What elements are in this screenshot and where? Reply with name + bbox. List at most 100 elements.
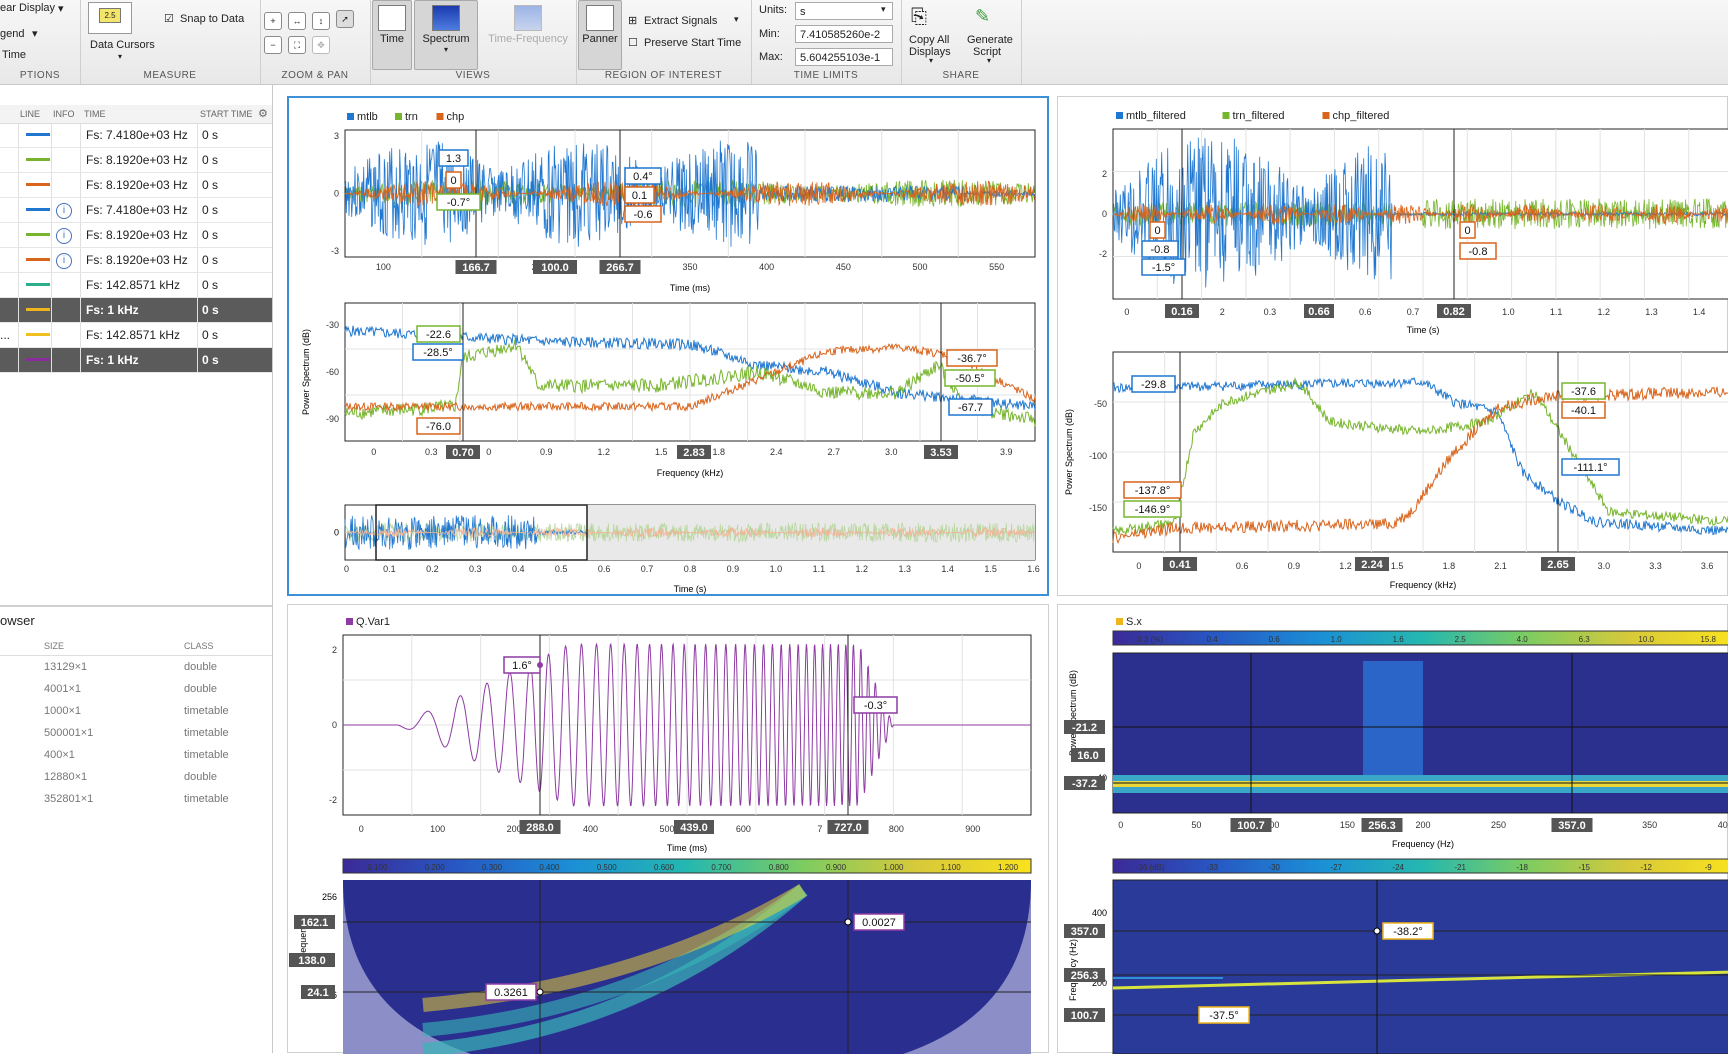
time-frequency-view-button[interactable]: Time-Frequency — [482, 0, 574, 70]
sample-rate: Fs: 8.1920e+03 Hz — [86, 228, 188, 242]
max-input[interactable]: 5.604255103e-1 — [795, 48, 893, 66]
line-style-swatch[interactable] — [26, 183, 50, 186]
line-style-swatch[interactable] — [26, 308, 50, 311]
spectrum-view-label: Spectrum — [422, 33, 470, 45]
copy-displays-icon[interactable]: ⎘ — [911, 6, 927, 29]
chevron-down-icon[interactable]: ▾ — [415, 45, 477, 54]
pointer-icon[interactable]: ➚ — [336, 10, 354, 28]
units-select[interactable]: s — [795, 2, 893, 20]
freq-x-tick: 0.9 — [540, 447, 553, 457]
freq-x-tick: 350 — [1642, 820, 1657, 830]
value-tag: -0.3° — [864, 700, 887, 712]
line-style-swatch[interactable] — [26, 208, 50, 211]
colorbar-tick-label: 0.3 (%) — [1137, 635, 1163, 644]
info-icon[interactable]: i — [56, 228, 72, 244]
signal-row[interactable]: Fs: 142.8571 kHz 0 s — [0, 273, 272, 298]
zoom-out-icon[interactable]: − — [264, 36, 282, 54]
splitter[interactable] — [0, 605, 272, 607]
display-top-left[interactable]: mtlbtrnchp30-31001525300350400450500550T… — [287, 96, 1049, 596]
fit-to-view-icon[interactable]: ⛶ — [288, 36, 306, 54]
line-style-swatch[interactable] — [26, 358, 50, 361]
generate-script-icon[interactable]: ✎ — [975, 6, 990, 27]
freq-x-tick: 1.5 — [1391, 561, 1404, 571]
variable-row[interactable]: 352801×1 timetable — [0, 789, 272, 811]
zoom-x-icon[interactable]: ↔ — [288, 12, 306, 30]
line-style-swatch[interactable] — [26, 258, 50, 261]
colorbar-tick-label: 0.300 — [482, 863, 503, 872]
info-icon[interactable]: i — [56, 253, 72, 269]
variable-row[interactable]: 13129×1 double — [0, 657, 272, 679]
display-top-right-axes: mtlb_filtered trn_filtered chp_filtered 2 0 -… — [1064, 110, 1728, 590]
chevron-down-icon[interactable]: ▾ — [58, 2, 64, 15]
legend-entry: chp — [447, 111, 465, 123]
line-style-swatch[interactable] — [26, 233, 50, 236]
cursor-readout-value: 0.66 — [1308, 306, 1329, 318]
display-bottom-right-axes: S.x 0.3 (%) 0.4 0.6 1.0 1.6 2.5 4.0 6.3 10.0 15.8 P… — [1064, 616, 1728, 1055]
cursor-readout-value: 357.0 — [1558, 820, 1586, 832]
time-option[interactable]: Time — [2, 49, 26, 61]
zoom-in-icon[interactable]: + — [264, 12, 282, 30]
chevron-down-icon[interactable]: ▾ — [881, 4, 886, 15]
signal-row[interactable]: Fs: 8.1920e+03 Hz 0 s — [0, 148, 272, 173]
display-bottom-right[interactable]: S.x 0.3 (%) 0.4 0.6 1.0 1.6 2.5 4.0 6.3 10.0 15.8 P… — [1057, 604, 1728, 1055]
pan-icon[interactable]: ✥ — [312, 36, 330, 54]
panner-x-tick: 0.1 — [383, 564, 396, 574]
panner-button[interactable]: Panner — [578, 0, 622, 70]
time-view-button[interactable]: Time — [372, 0, 412, 70]
cursor-value: 2.5 — [99, 8, 121, 23]
variable-row[interactable]: 400×1 timetable — [0, 745, 272, 767]
signal-row[interactable]: Fs: 8.1920e+03 Hz 0 s — [0, 173, 272, 198]
signal-row[interactable]: Fs: 1 kHz 0 s — [0, 348, 272, 373]
variable-row[interactable]: 1000×1 timetable — [0, 701, 272, 723]
var-size: 4001×1 — [44, 683, 82, 695]
value-tag: 1.3 — [446, 153, 461, 165]
min-label: Min: — [759, 28, 780, 40]
line-style-swatch[interactable] — [26, 333, 50, 336]
extract-signals-button[interactable]: Extract Signals — [644, 15, 717, 27]
data-cursors-button[interactable]: Data Cursors — [90, 39, 155, 51]
info-icon[interactable]: i — [56, 203, 72, 219]
variable-row[interactable]: 500001×1 timetable — [0, 723, 272, 745]
signal-row[interactable]: i Fs: 8.1920e+03 Hz 0 s — [0, 248, 272, 273]
data-cursors-icon[interactable]: 2.5 — [88, 2, 132, 34]
legend-menu[interactable]: gend — [0, 28, 24, 40]
snap-checkbox[interactable]: ☑ — [164, 12, 174, 25]
spectrum-view-button[interactable]: Spectrum ▾ — [414, 0, 478, 70]
preserve-start-checkbox[interactable]: ☐ — [628, 36, 638, 49]
zoom-y-icon[interactable]: ↕ — [312, 12, 330, 30]
colorbar-tick-label: 1.000 — [883, 863, 904, 872]
legend-swatch — [436, 113, 444, 120]
chevron-down-icon[interactable]: ▾ — [32, 27, 38, 40]
generate-label[interactable]: Generate — [967, 34, 1013, 46]
chevron-down-icon[interactable]: ▾ — [929, 56, 933, 65]
copy-all-label[interactable]: Copy All — [909, 34, 949, 46]
freq-x-tick: 0 — [486, 447, 491, 457]
x-axis-label: Time (s) — [1407, 325, 1440, 335]
chevron-down-icon[interactable]: ▾ — [118, 52, 122, 61]
signal-row[interactable]: i Fs: 8.1920e+03 Hz 0 s — [0, 223, 272, 248]
display-top-right[interactable]: mtlb_filtered trn_filtered chp_filtered 2 0 -… — [1057, 96, 1728, 596]
signal-row[interactable]: Fs: 1 kHz 0 s — [0, 298, 272, 323]
value-tag: -0.6 — [634, 209, 653, 221]
signal-row[interactable]: Fs: 7.4180e+03 Hz 0 s — [0, 123, 272, 148]
variable-row[interactable]: 4001×1 double — [0, 679, 272, 701]
linear-display-menu[interactable]: ear Display — [0, 2, 55, 14]
chevron-down-icon[interactable]: ▾ — [734, 14, 739, 25]
line-style-swatch[interactable] — [26, 158, 50, 161]
value-tag: -38.2° — [1393, 926, 1422, 938]
signal-row[interactable]: ... Fs: 142.8571 kHz 0 s — [0, 323, 272, 348]
colorbar-tick-label: -30 — [1268, 863, 1280, 872]
min-input[interactable]: 7.410585260e-2 — [795, 25, 893, 43]
cursor-readout-value: 0.82 — [1443, 306, 1464, 318]
gear-icon[interactable]: ⚙ — [258, 107, 268, 120]
display-bottom-left[interactable]: Q.Var1 2 0 -2 0 100 200 400 500 600 7 800 900 Time (m… — [287, 604, 1049, 1057]
panner-x-tick: 1.1 — [813, 564, 826, 574]
y-tick-label: 0 — [334, 189, 339, 199]
chevron-down-icon[interactable]: ▾ — [987, 56, 991, 65]
extract-signals-icon[interactable]: ⊞ — [628, 14, 637, 27]
line-style-swatch[interactable] — [26, 133, 50, 136]
start-time: 0 s — [202, 153, 219, 167]
signal-row[interactable]: i Fs: 7.4180e+03 Hz 0 s — [0, 198, 272, 223]
variable-row[interactable]: 12880×1 double — [0, 767, 272, 789]
line-style-swatch[interactable] — [26, 283, 50, 286]
